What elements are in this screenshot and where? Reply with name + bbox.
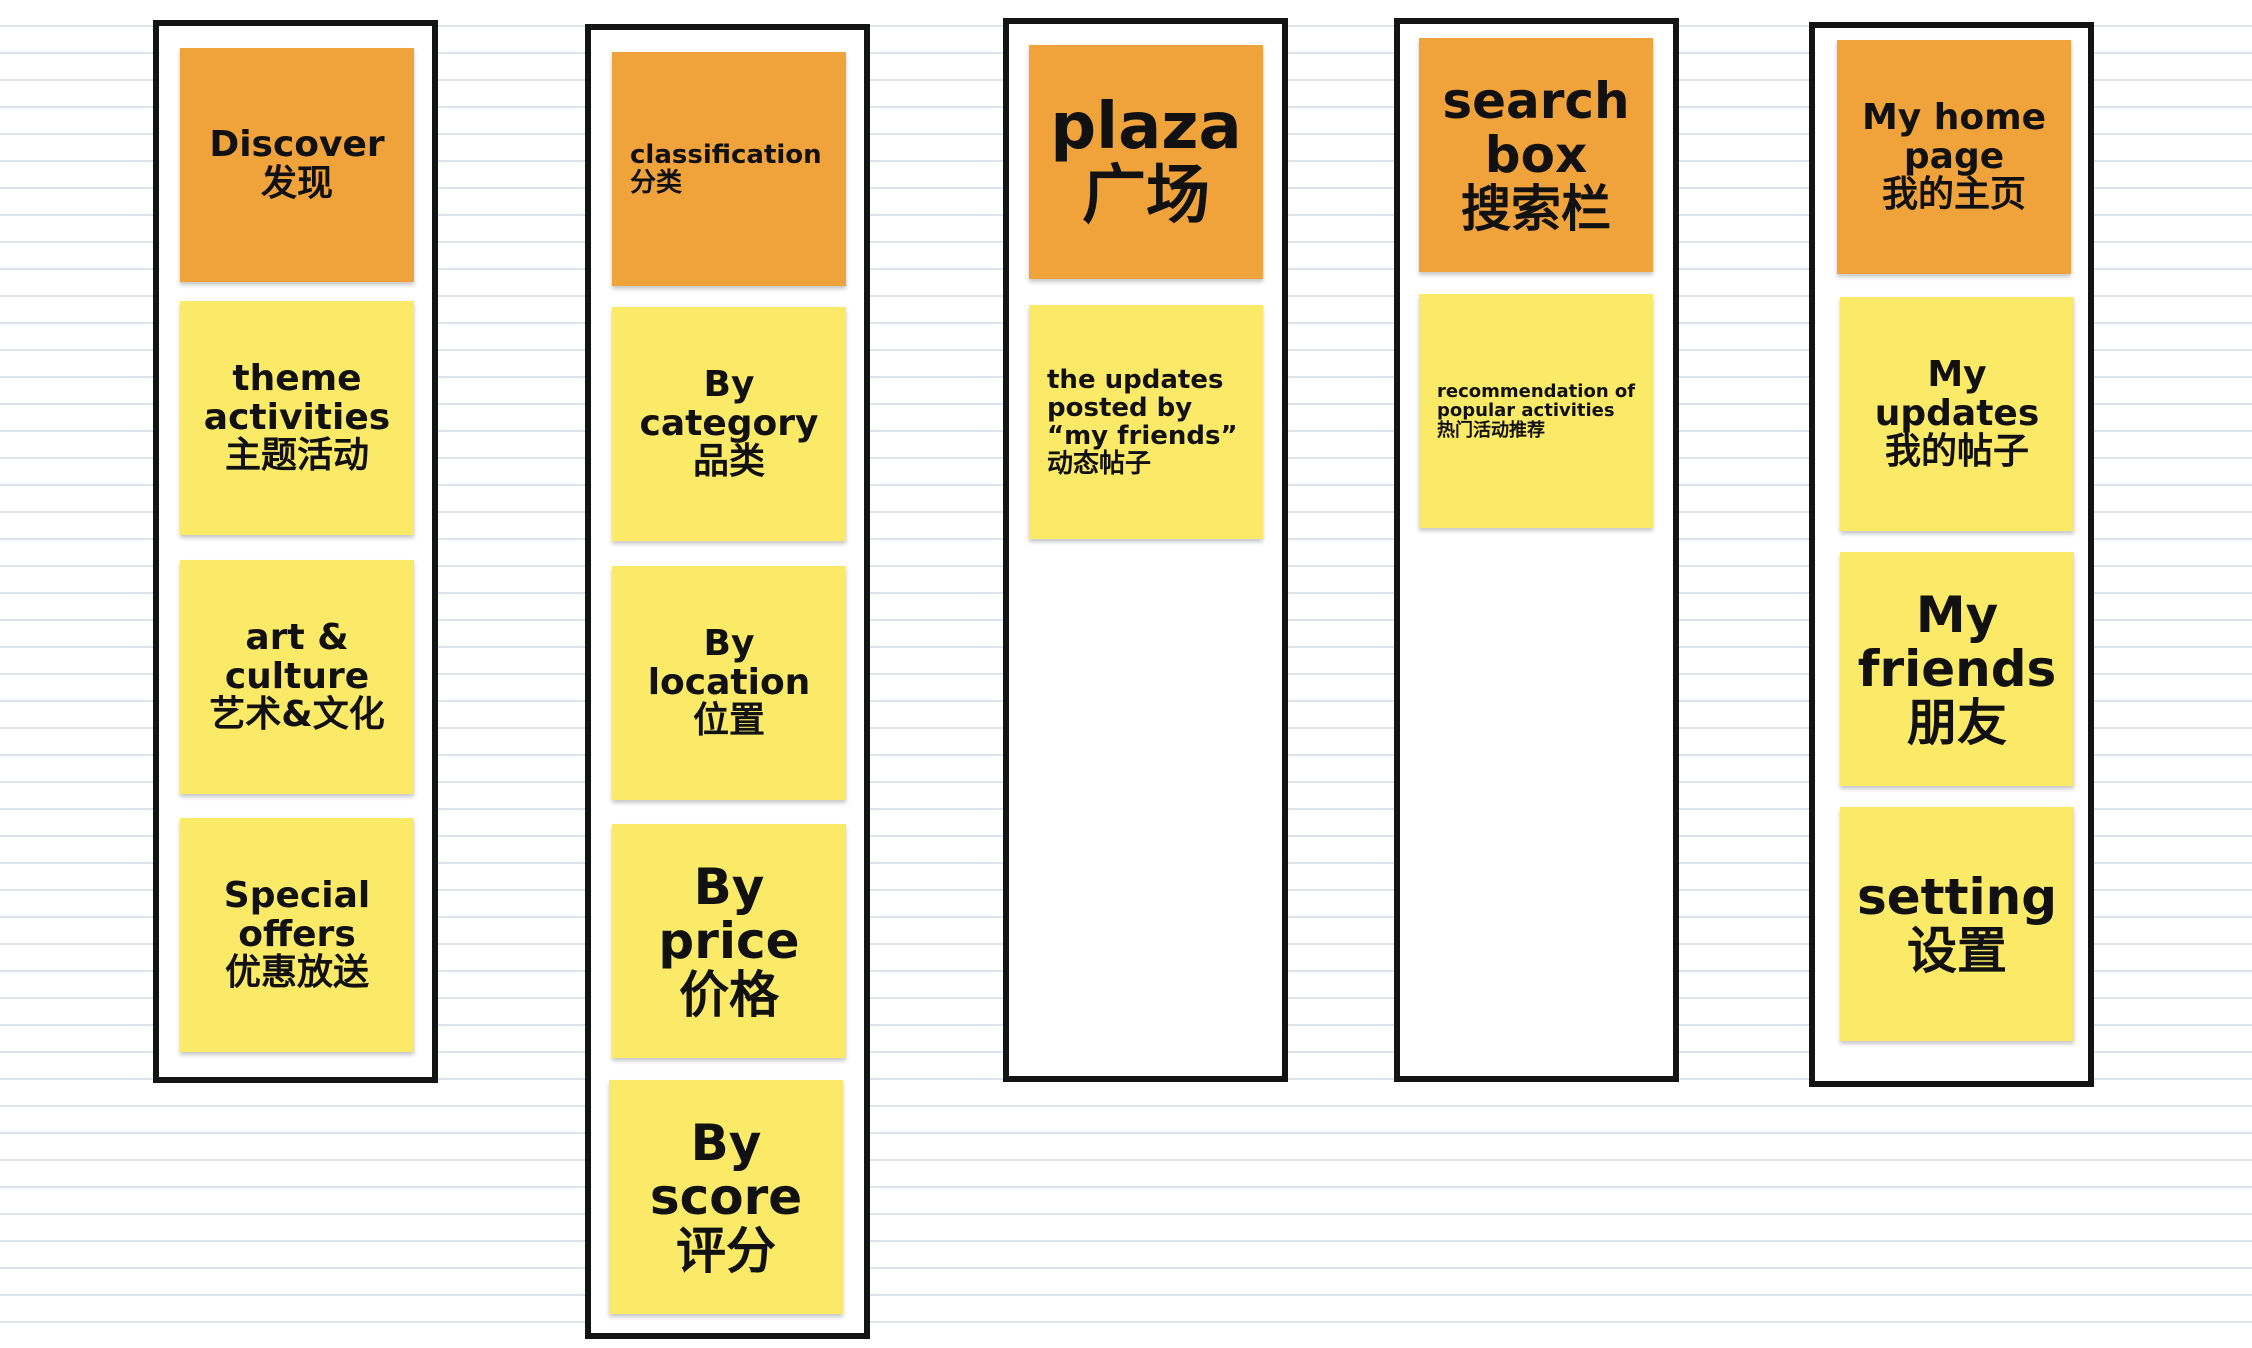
note-label-zh: 发现 xyxy=(260,163,333,204)
note-my-friends[interactable]: My friends 朋友 xyxy=(1840,552,2074,786)
header-note-search-box[interactable]: search box 搜索栏 xyxy=(1419,38,1653,272)
note-special-offers[interactable]: Special offers 优惠放送 xyxy=(180,818,414,1052)
note-setting[interactable]: setting 设置 xyxy=(1840,807,2074,1041)
note-label-en: recommendation of popular activities xyxy=(1437,380,1636,422)
header-note-my-home-page[interactable]: My home page 我的主页 xyxy=(1837,40,2071,274)
note-label-zh: 艺术&文化 xyxy=(209,694,385,736)
note-by-score[interactable]: By score 评分 xyxy=(609,1080,843,1314)
note-label-zh: 搜索栏 xyxy=(1461,180,1611,238)
header-note-classification[interactable]: classification 分类 xyxy=(612,52,846,286)
note-popular-activities[interactable]: recommendation of popular activities 热门活… xyxy=(1419,294,1653,528)
note-label-en: art & culture xyxy=(224,616,370,697)
note-label-zh: 分类 xyxy=(630,168,683,198)
note-label-zh: 我的主页 xyxy=(1881,174,2026,216)
note-label-zh: 我的帖子 xyxy=(1884,431,2029,473)
note-label-en: the updates posted by “my friends” xyxy=(1047,364,1238,451)
note-label-en: Special offers xyxy=(223,874,371,955)
note-label-en: classification xyxy=(630,139,822,170)
note-label-en: By location xyxy=(647,622,811,703)
note-label-zh: 朋友 xyxy=(1907,694,2007,752)
note-my-updates[interactable]: My updates 我的帖子 xyxy=(1840,297,2074,531)
note-label-en: My updates xyxy=(1874,353,2040,434)
note-label-zh: 位置 xyxy=(692,700,765,742)
note-label-en: My friends xyxy=(1857,586,2057,698)
note-label-en: setting xyxy=(1857,868,2057,926)
note-label-zh: 主题活动 xyxy=(224,435,369,477)
note-label-en: My home page xyxy=(1861,96,2047,177)
header-note-plaza[interactable]: plaza 广场 xyxy=(1029,45,1263,279)
note-label-zh: 广场 xyxy=(1082,159,1210,233)
note-art-culture[interactable]: art & culture 艺术&文化 xyxy=(180,560,414,794)
note-label-zh: 热门活动推荐 xyxy=(1437,419,1545,441)
note-by-category[interactable]: By category 品类 xyxy=(612,307,846,541)
note-label-zh: 评分 xyxy=(676,1222,776,1280)
note-label-en: theme activities xyxy=(203,357,391,438)
note-label-zh: 价格 xyxy=(679,966,779,1024)
note-friends-updates[interactable]: the updates posted by “my friends” 动态帖子 xyxy=(1029,305,1263,539)
note-label-zh: 优惠放送 xyxy=(224,952,369,994)
note-label-en: By score xyxy=(649,1114,803,1226)
note-label-en: Discover xyxy=(209,124,385,166)
note-by-location[interactable]: By location 位置 xyxy=(612,566,846,800)
note-label-en: plaza xyxy=(1050,89,1242,164)
note-by-price[interactable]: By price 价格 xyxy=(612,824,846,1058)
note-label-en: By price xyxy=(658,858,800,970)
note-label-zh: 品类 xyxy=(692,441,765,483)
header-note-discover[interactable]: Discover 发现 xyxy=(180,48,414,282)
note-label-zh: 设置 xyxy=(1907,922,2007,980)
note-label-en: By category xyxy=(639,363,819,444)
note-label-en: search box xyxy=(1442,72,1630,184)
note-label-zh: 动态帖子 xyxy=(1047,449,1152,480)
note-theme-activities[interactable]: theme activities 主题活动 xyxy=(180,301,414,535)
